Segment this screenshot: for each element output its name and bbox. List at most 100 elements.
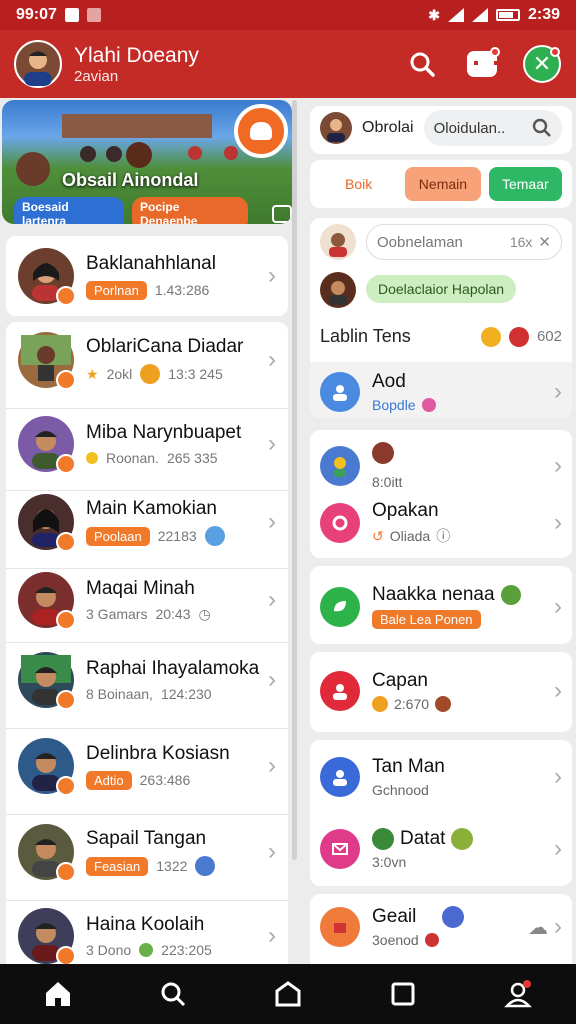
list-item[interactable]: Sapail Tangan Feasian 1322 › [6,824,288,882]
search-button[interactable] [402,44,442,84]
chevron-right-icon: › [268,346,276,373]
status-badge [56,610,76,630]
contact-card[interactable]: Baklanahhlanal Porlnan 1.43:286 › [6,236,288,316]
contact-time: 13:3 245 [168,366,223,382]
list-item[interactable]: Tan Man Gchnood › [310,756,572,798]
divider [6,814,288,815]
notification-icon [64,8,79,22]
item-title: Datat [400,828,446,849]
item-title: Tan Man [372,756,445,777]
nav-search[interactable] [145,966,201,1022]
messages-button[interactable] [462,44,502,84]
profile-avatar[interactable] [14,40,62,88]
contact-time: 1.43:286 [154,282,210,298]
list-item[interactable]: Haina Koolaih 3 Dono 223:205 › [6,908,288,964]
contact-time: 124:230 [160,686,212,702]
divider [6,568,288,569]
emoji-icon [195,856,216,876]
list-item[interactable]: Main Kamokian Poolaan 22183 › [6,494,288,552]
contact-name: Raphai Ihayalamoka [86,658,260,679]
close-button[interactable]: ✕ [522,44,562,84]
mail-icon [320,829,360,869]
message-bubble[interactable]: Doelaclaior Hapolan [366,275,517,303]
notification-badge [550,47,560,57]
labels-title: Lablin Tens [320,326,411,346]
nav-store[interactable] [260,966,316,1022]
list-item[interactable]: Miba Narynbuapet Roonan. 265 335 › [6,416,288,474]
camera-icon[interactable] [272,205,292,223]
shop-button[interactable] [234,104,288,158]
chat-header-card: Obrolai Oloidulan.. [310,106,572,154]
contact-tag: Feasian [86,856,149,876]
status-badge [56,286,76,306]
signal-icon [471,8,488,22]
bluetooth-icon: ✱ [428,6,440,23]
chevron-right-icon: › [554,677,562,704]
chat-avatar[interactable] [320,272,356,308]
status-time-right: 2:39 [527,6,560,23]
banner-title: Obsail Ainondal [62,170,199,190]
list-card: 8:0itt › Opakan ↺ Oliada ⓘ › [310,430,572,558]
list-card: Naakka nenaa Bale Lea Ponen › [310,566,572,644]
labels-count: 602 [536,328,562,345]
app-subtitle: 2avian [74,67,119,85]
tabs-card: Boik Nemain Temaar [310,160,572,208]
banner-chip[interactable]: Pocipe Denaenbe [132,197,249,224]
notification-badge [490,47,500,57]
item-title: Opakan [372,500,439,521]
tab-temaar[interactable]: Temaar [488,167,562,201]
emoji-icon [480,326,501,347]
item-sub: Oliada [389,528,431,544]
nav-profile[interactable] [490,966,546,1022]
list-item[interactable]: Capan 2:670 › [310,670,572,712]
list-item[interactable]: Geail 3oenod ☁ › [310,906,572,948]
contact-avatar [18,332,76,390]
banner-chip[interactable]: Boesaid lartenra [14,197,125,224]
list-item[interactable]: Naakka nenaa Bale Lea Ponen › [310,584,572,629]
scrollbar[interactable] [292,100,297,860]
star-icon: ★ [86,365,99,382]
list-item[interactable]: Opakan ↺ Oliada ⓘ › [310,500,572,546]
status-badge [56,532,76,552]
chat-search-input[interactable]: Oloidulan.. [423,110,562,146]
chat-avatar[interactable] [320,224,356,260]
list-item[interactable]: Datat 3:0vn › [310,828,572,870]
emoji-icon [508,326,529,347]
contact-list: OblariCana Diadar ★ 2okl 13:3 245 › Miba N… [6,322,288,964]
user-icon [320,671,360,711]
promo-banner[interactable]: Obsail Ainondal Boesaid lartenra Pocipe … [2,100,292,224]
search-icon [410,52,435,77]
app-bar: Ylahi Doeany 2avian ✕ [0,30,576,98]
cloud-icon: ☁ [528,916,548,939]
contact-time: 223:205 [161,942,212,958]
banner-character [80,146,96,162]
emoji-icon [86,452,98,464]
contact-name: Miba Narynbuapet [86,422,242,443]
sticker-icon [372,828,394,850]
list-item[interactable]: OblariCana Diadar ★ 2okl 13:3 245 › [6,332,288,390]
message-input[interactable]: Oobnelaman 16x ✕ [366,224,562,260]
tab-boik[interactable]: Boik [320,167,398,201]
notification-icon [86,8,101,22]
chevron-right-icon: › [268,586,276,613]
chat-avatar[interactable] [320,112,352,144]
chevron-right-icon: › [268,752,276,779]
list-item[interactable]: 8:0itt › [310,442,572,490]
list-item[interactable]: Maqai Minah 3 Gamars 20:43 ◷ › [6,572,288,630]
status-bar: 99:07 ✱ 2:39 [0,0,576,30]
item-sub: 8:0itt [372,474,403,490]
contact-time: 263:486 [139,772,191,788]
item-sub: 3:0vn [372,854,407,870]
emoji-icon [421,398,436,412]
nav-home[interactable] [30,966,86,1022]
bottom-nav [0,964,576,1024]
contact-tag: Poolaan [86,526,150,546]
clear-icon[interactable]: ✕ [538,233,551,251]
list-item[interactable]: Delinbra Kosiasn Adtio 263:486 › [6,738,288,796]
profile-icon [504,980,533,1008]
tab-nemain[interactable]: Nemain [405,167,481,201]
nav-overview[interactable] [375,966,431,1022]
list-item[interactable]: Raphai Ihayalamoka 8 Boinaan, 124:230 › [6,652,288,710]
contact-tag: Porlnan [86,280,147,300]
add-row[interactable]: Aod Bopdle › [310,362,572,418]
